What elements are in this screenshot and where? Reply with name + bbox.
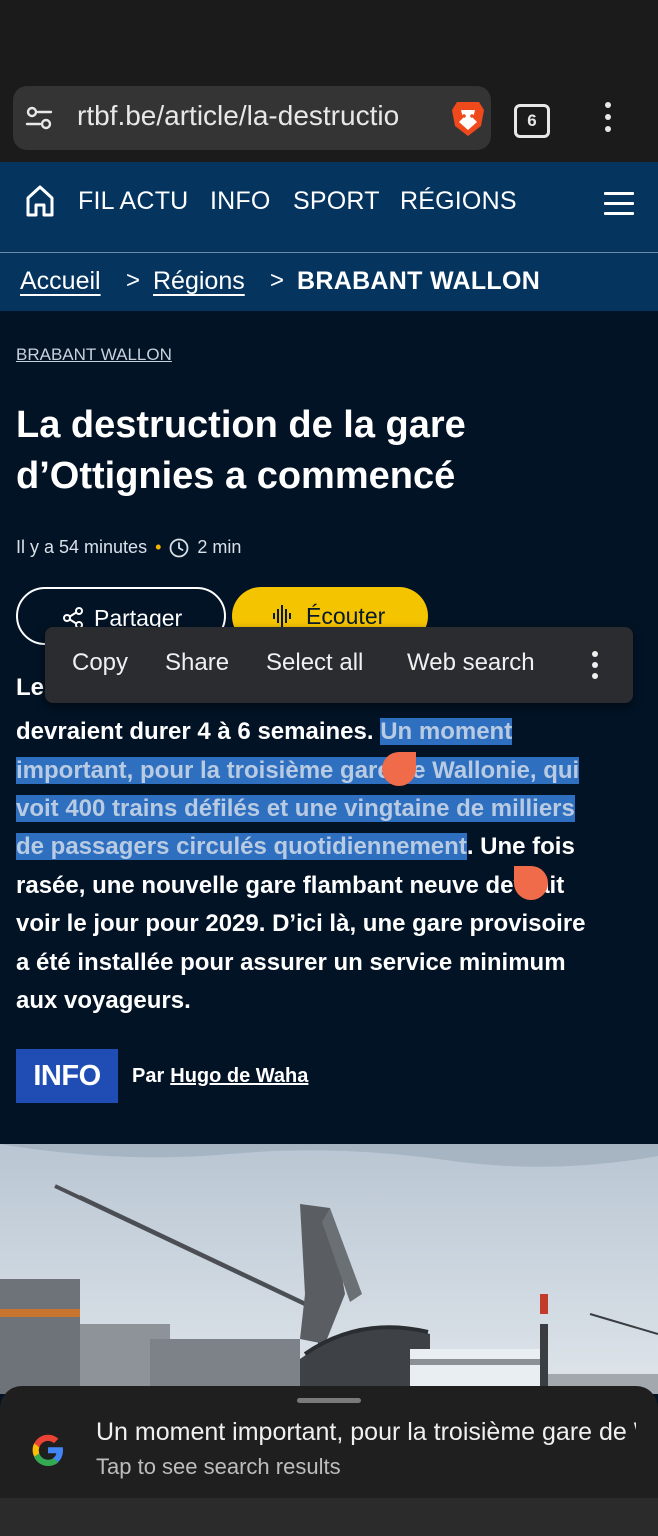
body-line: a été installée pour assurer un service …	[16, 949, 566, 976]
publish-time: Il y a 54 minutes	[16, 537, 148, 557]
selection-start-handle[interactable]	[382, 752, 416, 786]
read-time: 2 min	[197, 537, 242, 557]
audio-wave-icon	[273, 605, 291, 627]
nav-item-fil-actu[interactable]: FIL ACTU	[78, 187, 188, 216]
search-query-text[interactable]: Un moment important, pour la troisième g…	[96, 1418, 636, 1447]
address-bar[interactable]: rtbf.be/article/la-destructio	[13, 86, 491, 150]
browser-toolbar: rtbf.be/article/la-destructio 6	[0, 76, 658, 162]
article-photo[interactable]	[0, 1144, 658, 1394]
nav-item-info[interactable]: INFO	[210, 187, 271, 216]
system-navigation-bar	[0, 1498, 658, 1536]
selected-text[interactable]: voit 400 trains défilés et une vingtaine…	[16, 795, 575, 822]
home-icon[interactable]	[24, 184, 56, 218]
breadcrumb-regions[interactable]: Régions	[153, 267, 245, 296]
article-title: La destruction de la gare d’Ottignies a …	[16, 404, 466, 497]
text-selection-menu: Copy Share Select all Web search	[45, 627, 633, 703]
google-search-sheet[interactable]: Un moment important, pour la troisième g…	[0, 1386, 658, 1498]
byline-prefix: Par	[132, 1064, 165, 1087]
body-line: voit 400 trains défilés et une vingtaine…	[16, 790, 575, 828]
breadcrumb-current: BRABANT WALLON	[297, 267, 541, 295]
info-logo: INFO	[16, 1049, 118, 1103]
search-hint-text: Tap to see search results	[96, 1454, 341, 1479]
author-link[interactable]: Hugo de Waha	[170, 1065, 308, 1088]
body-line: de passagers circulés quotidiennement. U…	[16, 833, 575, 860]
body-line: devraient durer 4 à 6 semaines. Un momen…	[16, 718, 513, 745]
share-selection-button[interactable]: Share	[165, 649, 229, 677]
copy-button[interactable]: Copy	[72, 649, 128, 677]
site-settings-icon[interactable]	[25, 104, 53, 132]
breadcrumb-separator: >	[126, 267, 141, 294]
brave-shields-icon[interactable]	[449, 98, 487, 138]
body-line: voir le jour pour 2029. D’ici là, une ga…	[16, 910, 586, 937]
select-all-button[interactable]: Select all	[266, 649, 363, 677]
breadcrumb: Accueil > Régions > BRABANT WALLON	[0, 253, 658, 311]
article-meta: Il y a 54 minutes • 2 min	[16, 537, 241, 558]
clock-icon	[169, 538, 189, 557]
nav-item-regions[interactable]: RÉGIONS	[400, 187, 517, 216]
breadcrumb-separator: >	[270, 267, 285, 294]
site-navigation: FIL ACTU INFO SPORT RÉGIONS	[0, 162, 658, 253]
selected-text[interactable]: important, pour la troisième gare de Wal…	[16, 757, 580, 784]
nav-item-sport[interactable]: SPORT	[293, 187, 380, 216]
body-line: rasée, une nouvelle gare flambant neuve …	[16, 872, 565, 899]
selected-text[interactable]: Un moment	[380, 718, 513, 745]
menu-icon[interactable]	[604, 192, 634, 216]
article-category[interactable]: BRABANT WALLON	[16, 345, 172, 365]
byline: INFO Par Hugo de Waha	[16, 1049, 308, 1103]
meta-separator: •	[155, 537, 162, 557]
share-icon	[63, 607, 83, 629]
listen-label: Écouter	[306, 603, 386, 629]
breadcrumb-home[interactable]: Accueil	[20, 267, 101, 296]
body-line: important, pour la troisième gare de Wal…	[16, 752, 580, 790]
url-text[interactable]: rtbf.be/article/la-destructio	[77, 100, 433, 132]
selection-end-handle[interactable]	[514, 866, 548, 900]
tab-switcher-button[interactable]: 6	[514, 104, 550, 138]
body-line: aux voyageurs.	[16, 987, 191, 1014]
sheet-drag-handle[interactable]	[297, 1398, 361, 1403]
status-bar	[0, 0, 658, 76]
web-search-button[interactable]: Web search	[407, 649, 535, 677]
browser-menu-icon[interactable]	[598, 102, 618, 136]
google-icon	[32, 1434, 63, 1466]
more-options-icon[interactable]	[590, 651, 600, 681]
selected-text[interactable]: de passagers circulés quotidiennement	[16, 833, 467, 860]
